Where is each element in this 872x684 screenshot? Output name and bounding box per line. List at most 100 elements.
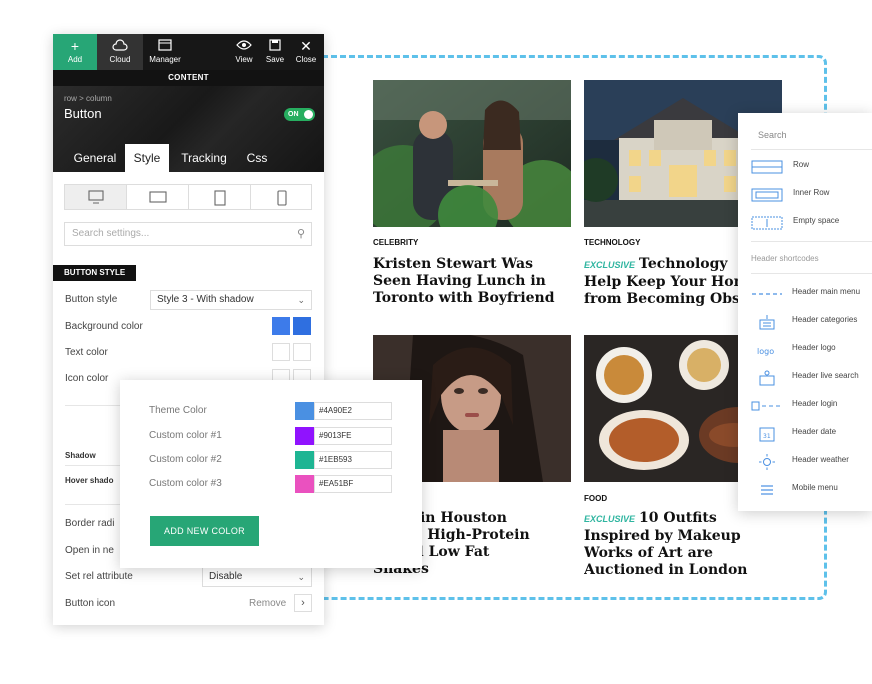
tablet-landscape-device-button[interactable] xyxy=(127,185,189,209)
color-hex-input[interactable]: #EA51BF xyxy=(314,475,392,493)
eye-icon xyxy=(229,37,259,55)
tab-css[interactable]: Css xyxy=(239,144,275,172)
elements-search-input[interactable]: Search xyxy=(758,130,787,140)
color-label: Theme Color xyxy=(149,405,207,416)
date-icon: 31 xyxy=(759,427,775,442)
button-icon-label: Button icon xyxy=(65,598,116,609)
article-image-celebrity[interactable] xyxy=(373,80,571,227)
element-name: Button xyxy=(64,106,102,121)
svg-text:31: 31 xyxy=(763,433,771,440)
color-label: Custom color #3 xyxy=(149,478,222,489)
mobile-device-button[interactable] xyxy=(251,185,313,209)
article-category: CELEBRITY xyxy=(373,238,419,247)
color-hex-input[interactable]: #1EB593 xyxy=(314,451,392,469)
cloud-button[interactable]: Cloud xyxy=(97,34,143,70)
button-style-select[interactable]: Style 3 - With shadow ⌄ xyxy=(150,290,312,310)
save-button[interactable]: Save xyxy=(261,34,289,70)
element-header-live-search[interactable]: Header live search xyxy=(751,367,872,389)
hover-shadow-label: Hover shado xyxy=(65,476,114,485)
button-style-label: Button style xyxy=(65,294,118,305)
cloud-icon xyxy=(97,37,143,55)
floppy-icon xyxy=(261,37,289,55)
manager-button[interactable]: Manager xyxy=(143,34,187,70)
text-color-swatch[interactable] xyxy=(272,343,290,361)
settings-search-input[interactable]: Search settings... ⚲ xyxy=(64,222,312,246)
divider xyxy=(751,241,872,242)
shadow-label: Shadow xyxy=(65,451,96,460)
device-switcher xyxy=(64,184,312,210)
empty-space-icon xyxy=(751,216,783,230)
add-button[interactable]: + Add xyxy=(53,34,97,70)
element-header-login[interactable]: Header login xyxy=(751,395,872,417)
background-hover-color-swatch[interactable] xyxy=(293,317,311,335)
close-button[interactable]: ✕ Close xyxy=(291,34,321,70)
article-title[interactable]: Kristen Stewart Was Seen Having Lunch in… xyxy=(373,256,578,307)
element-inner-row[interactable]: Inner Row xyxy=(751,184,872,206)
desktop-device-button[interactable] xyxy=(65,185,127,209)
element-header: row > column Button ON General Style Tra… xyxy=(53,86,324,172)
element-empty-space[interactable]: Empty space xyxy=(751,212,872,234)
color-hex-input[interactable]: #4A90E2 xyxy=(314,402,392,420)
element-toggle[interactable]: ON xyxy=(284,108,315,121)
tab-general[interactable]: General xyxy=(65,144,125,172)
login-icon xyxy=(751,401,782,411)
close-icon: ✕ xyxy=(300,38,312,54)
tablet-landscape-icon xyxy=(148,191,167,203)
background-color-label: Background color xyxy=(65,321,143,332)
chevron-right-icon: › xyxy=(301,597,305,609)
inner-row-icon xyxy=(751,188,783,202)
article-category: TECHNOLOGY xyxy=(584,238,641,247)
add-new-color-button[interactable]: ADD NEW COLOR xyxy=(150,516,259,546)
section-title: BUTTON STYLE xyxy=(53,265,137,281)
color-picker-popup: Theme Color #4A90E2 Custom color #1 #901… xyxy=(120,380,422,568)
element-header-logo[interactable]: logo Header logo xyxy=(751,339,872,361)
main-menu-icon xyxy=(752,293,782,295)
tab-style[interactable]: Style xyxy=(125,144,169,172)
element-row[interactable]: Row xyxy=(751,156,872,178)
color-swatch[interactable] xyxy=(295,475,314,493)
svg-text:logo: logo xyxy=(757,347,774,356)
breadcrumb[interactable]: row > column xyxy=(64,94,112,103)
mobile-icon xyxy=(277,190,287,206)
background-color-swatch[interactable] xyxy=(272,317,290,335)
icon-picker-button[interactable]: › xyxy=(294,594,312,612)
toolbar: + Add Cloud Manager View Save ✕ Close xyxy=(53,34,324,70)
remove-icon-link[interactable]: Remove xyxy=(249,598,286,609)
color-hex-input[interactable]: #9013FE xyxy=(314,427,392,445)
icon-color-label: Icon color xyxy=(65,373,109,384)
article-title[interactable]: EXCLUSIVE Technology Help Keep Your Hon f… xyxy=(584,256,754,308)
live-search-icon xyxy=(759,370,775,386)
manager-icon xyxy=(143,37,187,55)
color-label: Custom color #1 xyxy=(149,430,222,441)
chevron-down-icon: ⌄ xyxy=(297,572,305,582)
logo-icon: logo xyxy=(757,347,774,356)
text-color-label: Text color xyxy=(65,347,108,358)
article-title[interactable]: EXCLUSIVE 10 Outfits Inspired by Makeup W… xyxy=(584,510,789,579)
color-swatch[interactable] xyxy=(295,427,314,445)
element-header-date[interactable]: 31 Header date xyxy=(751,423,872,445)
categories-icon xyxy=(759,315,775,330)
element-header-weather[interactable]: Header weather xyxy=(751,451,872,473)
plus-icon: + xyxy=(70,38,80,54)
tablet-portrait-device-button[interactable] xyxy=(189,185,251,209)
color-swatch[interactable] xyxy=(295,451,314,469)
site-preview: CELEBRITY Kristen Stewart Was Seen Havin… xyxy=(358,66,798,596)
tab-tracking[interactable]: Tracking xyxy=(175,144,233,172)
weather-icon xyxy=(759,454,775,470)
view-button[interactable]: View xyxy=(229,34,259,70)
divider xyxy=(751,149,872,150)
border-radius-label: Border radi xyxy=(65,518,115,529)
text-hover-color-swatch[interactable] xyxy=(293,343,311,361)
element-mobile-menu[interactable]: Mobile menu xyxy=(751,479,872,501)
element-header-main-menu[interactable]: Header main menu xyxy=(751,283,872,305)
exclusive-tag: EXCLUSIVE xyxy=(584,260,636,270)
content-bar: CONTENT xyxy=(53,70,324,86)
elements-panel: Search Row Inner Row Empty space Header … xyxy=(738,113,872,511)
element-header-categories[interactable]: Header categories xyxy=(751,311,872,333)
rel-attribute-select[interactable]: Disable ⌄ xyxy=(202,567,312,587)
divider xyxy=(751,273,872,274)
color-label: Custom color #2 xyxy=(149,454,222,465)
group-title: Header shortcodes xyxy=(751,254,819,263)
open-new-window-label: Open in ne xyxy=(65,545,114,556)
color-swatch[interactable] xyxy=(295,402,314,420)
